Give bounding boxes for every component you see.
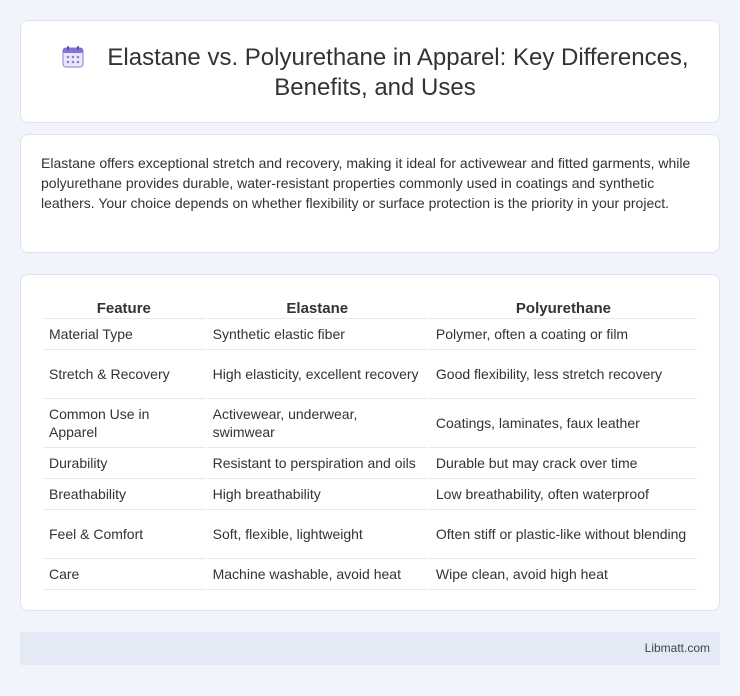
table-cell-polyurethane: Often stiff or plastic-like without blen… (429, 510, 697, 559)
table-cell-polyurethane: Durable but may crack over time (429, 448, 697, 479)
table-cell-polyurethane: Good flexibility, less stretch recovery (429, 350, 697, 399)
table-cell-feature: Common Use in Apparel (43, 399, 205, 448)
table-cell-feature: Durability (43, 448, 205, 479)
column-header-feature: Feature (43, 297, 205, 319)
table-cell-polyurethane: Wipe clean, avoid high heat (429, 559, 697, 590)
column-header-polyurethane: Polyurethane (429, 297, 697, 319)
table-cell-elastane: Soft, flexible, lightweight (206, 510, 428, 559)
calendar-icon (61, 45, 85, 69)
table-cell-polyurethane: Coatings, laminates, faux leather (429, 399, 697, 448)
table-row: Common Use in Apparel Activewear, underw… (43, 399, 697, 448)
table-cell-feature: Care (43, 559, 205, 590)
table-cell-elastane: Machine washable, avoid heat (206, 559, 428, 590)
table-cell-feature: Breathability (43, 479, 205, 510)
table-cell-elastane: Activewear, underwear, swimwear (206, 399, 428, 448)
table-row: Stretch & Recovery High elasticity, exce… (43, 350, 697, 399)
table-cell-elastane: High breathability (206, 479, 428, 510)
table-row: Durability Resistant to perspiration and… (43, 448, 697, 479)
comparison-table: Feature Elastane Polyurethane Material T… (41, 297, 699, 590)
table-row: Feel & Comfort Soft, flexible, lightweig… (43, 510, 697, 559)
comparison-card: Feature Elastane Polyurethane Material T… (20, 274, 720, 611)
table-cell-elastane: Synthetic elastic fiber (206, 319, 428, 350)
footer-site-link[interactable]: Libmatt.com (645, 641, 710, 655)
table-cell-polyurethane: Low breathability, often waterproof (429, 479, 697, 510)
page-title: Elastane vs. Polyurethane in Apparel: Ke… (107, 44, 689, 101)
footer-bar: Libmatt.com (20, 632, 720, 665)
table-cell-polyurethane: Polymer, often a coating or film (429, 319, 697, 350)
table-cell-elastane: Resistant to perspiration and oils (206, 448, 428, 479)
table-cell-elastane: High elasticity, excellent recovery (206, 350, 428, 399)
table-row: Material Type Synthetic elastic fiber Po… (43, 319, 697, 350)
intro-paragraph: Elastane offers exceptional stretch and … (41, 155, 691, 211)
table-row: Care Machine washable, avoid heat Wipe c… (43, 559, 697, 590)
table-cell-feature: Feel & Comfort (43, 510, 205, 559)
table-row: Breathability High breathability Low bre… (43, 479, 697, 510)
table-header-row: Feature Elastane Polyurethane (43, 297, 697, 319)
table-cell-feature: Material Type (43, 319, 205, 350)
title-card: Elastane vs. Polyurethane in Apparel: Ke… (20, 20, 720, 123)
intro-card: Elastane offers exceptional stretch and … (20, 134, 720, 253)
table-cell-feature: Stretch & Recovery (43, 350, 205, 399)
column-header-elastane: Elastane (206, 297, 428, 319)
title-wrap: Elastane vs. Polyurethane in Apparel: Ke… (61, 43, 689, 102)
